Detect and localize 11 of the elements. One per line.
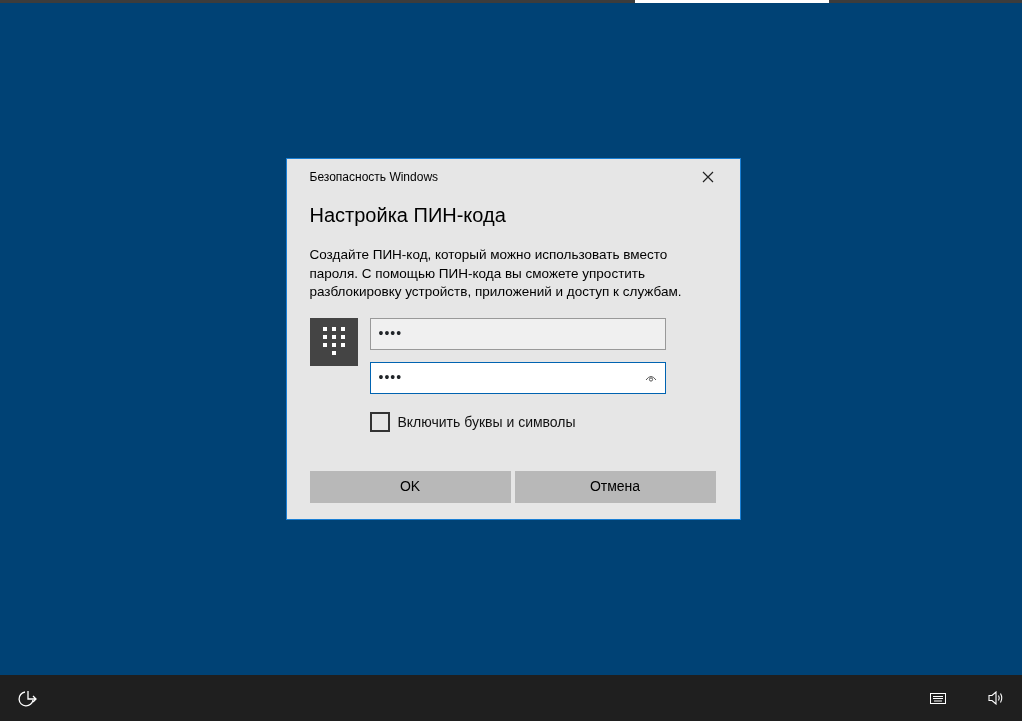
pin-field[interactable]: •••• <box>369 317 666 350</box>
app-title: Безопасность Windows <box>309 169 439 186</box>
dialog-title: Настройка ПИН-кода <box>309 203 507 228</box>
checkbox-label: Включить буквы и символы <box>397 412 576 432</box>
eye-icon[interactable] <box>644 373 657 382</box>
description: Создайте ПИН-код, который можно использовать вместо пароля. С помощью ПИН-кода вы сможете упростить разблокировку устройств, приложений и доступ к службам. <box>309 246 683 301</box>
cancel-button[interactable]: Отмена <box>514 470 716 503</box>
keypad-icon <box>309 317 358 366</box>
checkbox[interactable] <box>369 412 390 432</box>
ok-button[interactable]: OK <box>309 470 511 503</box>
pin-field[interactable]: •••• <box>369 361 666 394</box>
